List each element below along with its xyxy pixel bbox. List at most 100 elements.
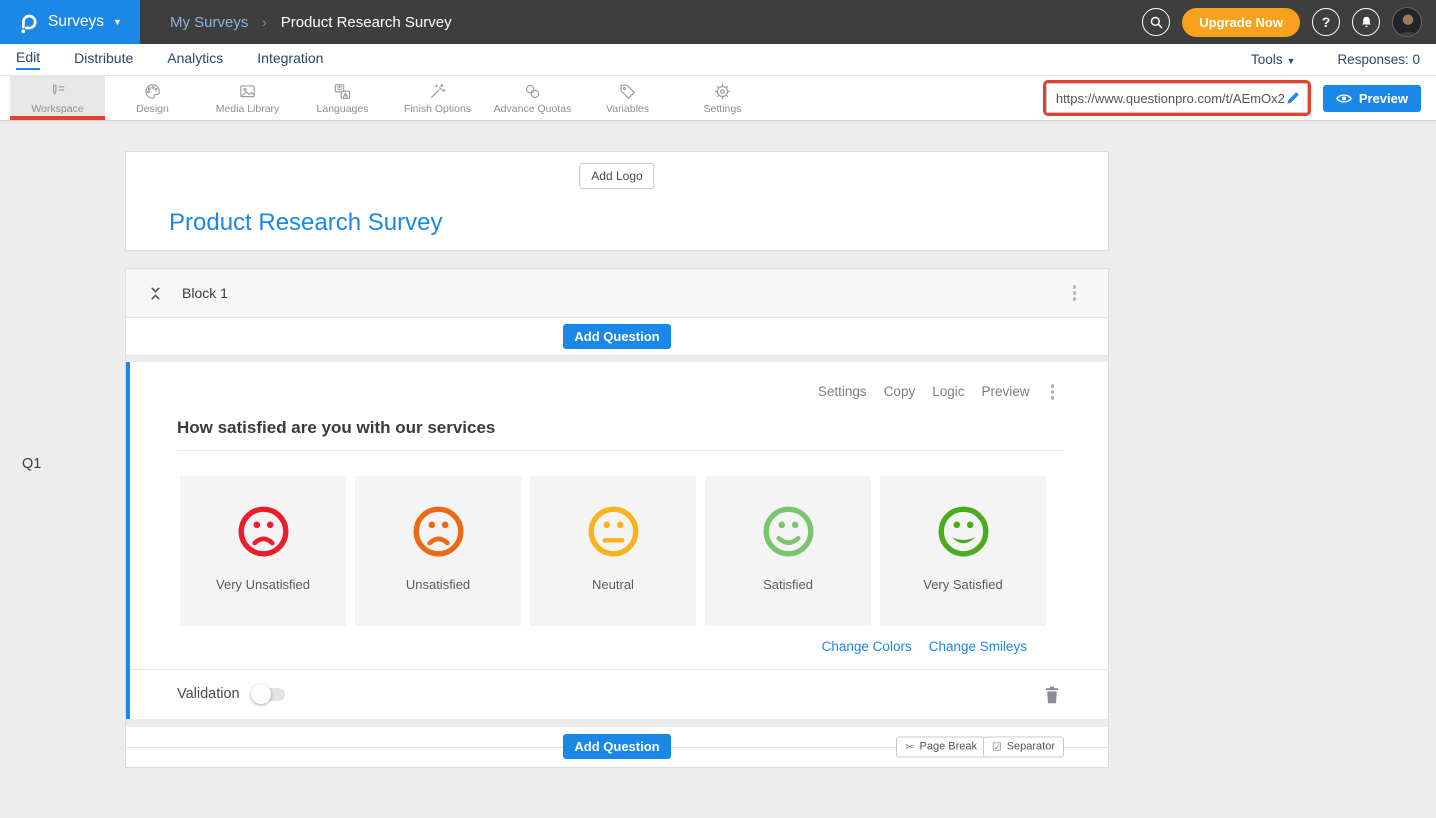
settings-gear-icon bbox=[713, 82, 732, 101]
validation-toggle[interactable] bbox=[253, 688, 285, 701]
finish-options-wand-icon bbox=[428, 82, 447, 101]
tab-integration[interactable]: Integration bbox=[257, 50, 323, 69]
block-footer: Add Question ✂ Page Break ☑ Separator bbox=[126, 727, 1108, 767]
questionpro-app: Surveys ▼ My Surveys › Product Research … bbox=[0, 0, 1436, 788]
preview-button[interactable]: Preview bbox=[1323, 85, 1421, 112]
separator-button[interactable]: ☑ Separator bbox=[983, 736, 1064, 757]
tab-analytics[interactable]: Analytics bbox=[167, 50, 223, 69]
question-card-q1: Settings Copy Logic Preview How satisfie… bbox=[126, 362, 1108, 719]
toolbar-item-workspace[interactable]: Workspace bbox=[10, 76, 105, 120]
toolbar-item-design[interactable]: Design bbox=[105, 76, 200, 120]
toolbar-item-settings[interactable]: Settings bbox=[675, 76, 770, 120]
change-smileys-link[interactable]: Change Smileys bbox=[929, 639, 1027, 654]
add-logo-button[interactable]: Add Logo bbox=[579, 163, 654, 189]
block-menu-dots-icon[interactable] bbox=[1069, 281, 1081, 305]
survey-header-card: Add Logo Product Research Survey bbox=[125, 151, 1109, 251]
brand-label: Surveys bbox=[48, 13, 104, 31]
workspace-icon bbox=[48, 82, 67, 101]
delete-question-trash-icon[interactable] bbox=[1044, 685, 1060, 704]
search-icon bbox=[1149, 15, 1164, 30]
tab-distribute[interactable]: Distribute bbox=[74, 50, 133, 69]
question-preview-link[interactable]: Preview bbox=[981, 384, 1029, 399]
media-library-icon bbox=[238, 82, 257, 101]
toolbar-item-finish-options[interactable]: Finish Options bbox=[390, 76, 485, 120]
header-actions: Upgrade Now ? bbox=[1142, 7, 1436, 37]
collapse-block-icon[interactable] bbox=[148, 285, 163, 302]
validation-row: Validation bbox=[130, 669, 1108, 719]
toolbar-item-advance-quotas[interactable]: Advance Quotas bbox=[485, 76, 580, 120]
scissors-icon: ✂ bbox=[905, 740, 914, 753]
add-question-button-top[interactable]: Add Question bbox=[563, 324, 670, 349]
question-logic-link[interactable]: Logic bbox=[932, 384, 964, 399]
very-satisfied-smiley-icon bbox=[935, 503, 992, 560]
bell-icon bbox=[1359, 14, 1374, 30]
breadcrumb-my-surveys[interactable]: My Surveys bbox=[170, 14, 248, 31]
unsatisfied-smiley-icon bbox=[410, 503, 467, 560]
question-menu-dots-icon[interactable] bbox=[1047, 380, 1059, 404]
breadcrumb: My Surveys › Product Research Survey bbox=[170, 14, 452, 31]
chevron-down-icon: ▼ bbox=[1287, 56, 1296, 66]
chevron-down-icon: ▼ bbox=[113, 17, 122, 27]
question-index-label: Q1 bbox=[22, 456, 41, 472]
add-question-row-top: Add Question bbox=[126, 318, 1108, 356]
neutral-smiley-icon bbox=[585, 503, 642, 560]
tools-dropdown[interactable]: Tools▼ bbox=[1251, 52, 1295, 67]
change-colors-link[interactable]: Change Colors bbox=[822, 639, 912, 654]
top-header: Surveys ▼ My Surveys › Product Research … bbox=[0, 0, 1436, 44]
user-avatar[interactable] bbox=[1392, 7, 1422, 37]
notifications-button[interactable] bbox=[1352, 8, 1380, 36]
block-title[interactable]: Block 1 bbox=[182, 285, 228, 301]
avatar-photo bbox=[1393, 8, 1422, 37]
questionpro-logo-icon bbox=[16, 10, 38, 34]
smiley-option-unsatisfied[interactable]: Unsatisfied bbox=[355, 476, 521, 626]
smiley-option-label: Very Unsatisfied bbox=[216, 577, 310, 592]
toolbar-right: Preview bbox=[1046, 76, 1436, 120]
edit-url-pencil-icon[interactable] bbox=[1285, 90, 1301, 106]
question-actions: Settings Copy Logic Preview bbox=[130, 362, 1108, 404]
smiley-option-label: Very Satisfied bbox=[923, 577, 1003, 592]
very-unsatisfied-smiley-icon bbox=[235, 503, 292, 560]
question-title[interactable]: How satisfied are you with our services bbox=[177, 418, 495, 437]
smiley-option-neutral[interactable]: Neutral bbox=[530, 476, 696, 626]
responses-count: Responses: 0 bbox=[1337, 52, 1420, 67]
smiley-options: Very Unsatisfied Unsatisfied Neutral Satisf… bbox=[180, 476, 1108, 626]
nav-right: Tools▼ Responses: 0 bbox=[1251, 52, 1420, 67]
question-mark-icon: ? bbox=[1322, 14, 1331, 30]
workspace-canvas: Q1 Add Logo Product Research Survey Bloc… bbox=[0, 151, 1436, 818]
section-nav: Edit Distribute Analytics Integration To… bbox=[0, 44, 1436, 76]
satisfied-smiley-icon bbox=[760, 503, 817, 560]
checkbox-checked-icon: ☑ bbox=[992, 740, 1002, 753]
question-settings-link[interactable]: Settings bbox=[818, 384, 867, 399]
advance-quotas-link-icon bbox=[523, 82, 542, 101]
toolbar-item-variables[interactable]: Variables bbox=[580, 76, 675, 120]
block-card: Block 1 Add Question Settings Copy Logic… bbox=[125, 268, 1109, 768]
page-break-button[interactable]: ✂ Page Break bbox=[896, 736, 986, 757]
upgrade-now-button[interactable]: Upgrade Now bbox=[1182, 8, 1300, 37]
validation-label: Validation bbox=[177, 686, 240, 702]
survey-title[interactable]: Product Research Survey bbox=[169, 209, 442, 237]
tab-edit[interactable]: Edit bbox=[16, 49, 40, 70]
brand-menu[interactable]: Surveys ▼ bbox=[0, 0, 140, 44]
edit-toolbar: Workspace Design Media Library bbox=[0, 76, 1436, 121]
question-copy-link[interactable]: Copy bbox=[884, 384, 916, 399]
block-header: Block 1 bbox=[126, 269, 1108, 318]
design-palette-icon bbox=[143, 82, 162, 101]
survey-url-input[interactable] bbox=[1056, 91, 1285, 106]
help-button[interactable]: ? bbox=[1312, 8, 1340, 36]
smiley-option-very-unsatisfied[interactable]: Very Unsatisfied bbox=[180, 476, 346, 626]
variables-tag-icon bbox=[618, 82, 637, 101]
toolbar-item-media-library[interactable]: Media Library bbox=[200, 76, 295, 120]
smiley-option-label: Neutral bbox=[592, 577, 634, 592]
add-question-button-bottom[interactable]: Add Question bbox=[563, 734, 670, 759]
languages-translate-icon bbox=[333, 82, 352, 101]
breadcrumb-current-survey: Product Research Survey bbox=[281, 14, 452, 31]
smiley-option-label: Unsatisfied bbox=[406, 577, 470, 592]
smiley-option-label: Satisfied bbox=[763, 577, 813, 592]
search-button[interactable] bbox=[1142, 8, 1170, 36]
smiley-option-satisfied[interactable]: Satisfied bbox=[705, 476, 871, 626]
smiley-option-very-satisfied[interactable]: Very Satisfied bbox=[880, 476, 1046, 626]
breadcrumb-separator-icon: › bbox=[262, 15, 266, 30]
question-title-wrap: How satisfied are you with our services bbox=[177, 418, 1064, 451]
survey-url-field[interactable] bbox=[1046, 83, 1308, 113]
toolbar-item-languages[interactable]: Languages bbox=[295, 76, 390, 120]
